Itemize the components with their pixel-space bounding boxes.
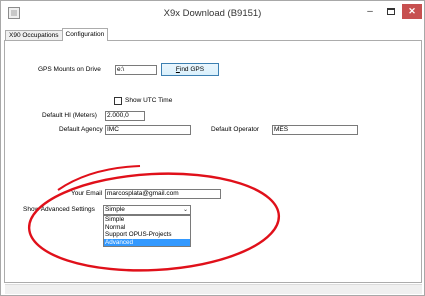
tab-configuration[interactable]: Configuration [61, 28, 109, 41]
configuration-panel: GPS Mounts on Drive e:\ Find GPS Show UT… [4, 40, 422, 283]
advanced-settings-select[interactable]: Simple ⌄ [103, 205, 191, 215]
find-gps-label: ind GPS [179, 66, 205, 73]
app-window: X9x Download (B9151) – ✕ X90 Occupations… [0, 0, 425, 296]
close-button[interactable]: ✕ [402, 4, 422, 19]
gps-mounts-field[interactable]: e:\ [115, 65, 157, 75]
advanced-settings-dropdown: Simple Normal Support OPUS-Projects Adva… [103, 215, 191, 247]
email-field[interactable]: marcosplata@gmail.com [105, 189, 221, 199]
default-agency-label: Default Agency [59, 126, 103, 133]
title-bar[interactable]: X9x Download (B9151) – ✕ [1, 1, 424, 27]
dropdown-option[interactable]: Simple [104, 216, 190, 224]
maximize-button[interactable] [381, 4, 401, 19]
advanced-settings-label: Show Advanced Settings [23, 206, 95, 213]
advanced-settings-value: Simple [105, 206, 125, 213]
show-utc-label: Show UTC Time [125, 97, 173, 104]
default-agency-field[interactable]: IMC [105, 125, 191, 135]
find-gps-button[interactable]: Find GPS [161, 63, 219, 76]
gps-mounts-label: GPS Mounts on Drive [38, 66, 101, 73]
default-operator-label: Default Operator [211, 126, 260, 133]
show-utc-checkbox[interactable] [114, 97, 122, 105]
email-label: Your Email [71, 190, 103, 197]
dropdown-option[interactable]: Support OPUS-Projects [104, 231, 190, 239]
minimize-button[interactable]: – [360, 4, 380, 19]
default-hi-label: Default HI (Meters) [42, 112, 97, 119]
chevron-down-icon: ⌄ [182, 207, 188, 213]
horizontal-scrollbar[interactable] [5, 284, 422, 294]
dropdown-option[interactable]: Normal [104, 224, 190, 232]
default-operator-field[interactable]: MES [272, 125, 358, 135]
dropdown-option-highlighted[interactable]: Advanced [104, 238, 190, 246]
maximize-icon [387, 8, 395, 15]
default-hi-field[interactable]: 2.000,0 [105, 111, 145, 121]
